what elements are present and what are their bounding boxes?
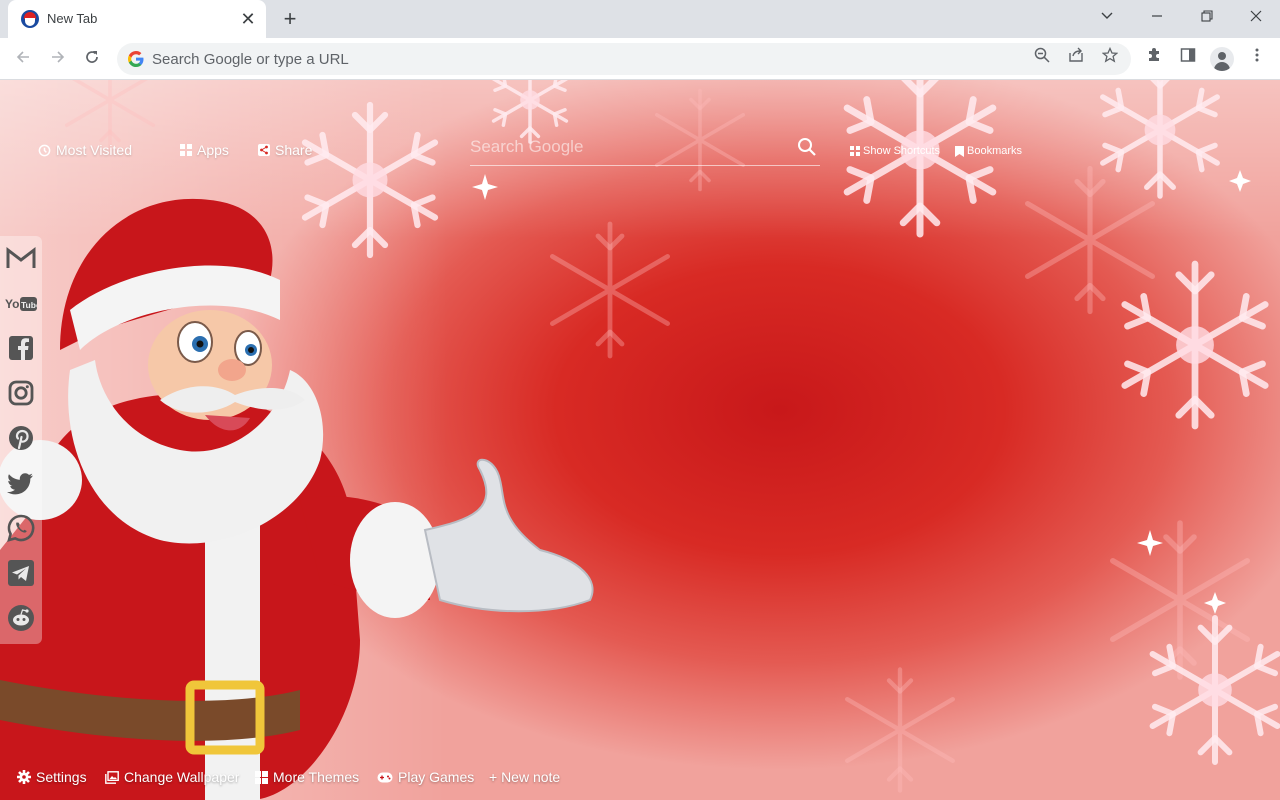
play-games-link[interactable]: Play Games [377, 769, 474, 785]
more-themes-label: More Themes [273, 769, 360, 785]
restore-button[interactable] [1187, 4, 1227, 30]
puzzle-icon [1149, 48, 1159, 61]
most-visited-label: Most Visited [56, 142, 132, 158]
arrow-right-icon [52, 51, 65, 63]
menu-button[interactable] [1245, 47, 1269, 71]
gmail-link[interactable] [5, 242, 37, 274]
gmail-icon [6, 246, 36, 268]
instagram-link[interactable] [5, 377, 37, 409]
share-square-icon [258, 144, 270, 156]
share-page-button[interactable] [1064, 47, 1088, 71]
settings-link[interactable]: Settings [17, 769, 87, 785]
play-games-label: Play Games [398, 769, 475, 785]
grid-icon [255, 770, 268, 784]
youtube-link[interactable]: You Tube [5, 287, 41, 319]
bookmark-icon [955, 145, 964, 157]
chevron-down-icon [1101, 12, 1113, 19]
tab-strip: New Tab ✕ + [0, 0, 1280, 38]
history-icon [38, 144, 51, 156]
facebook-icon [9, 336, 33, 360]
tab-close-icon[interactable]: ✕ [238, 9, 258, 29]
side-panel-button[interactable] [1176, 47, 1200, 71]
tab-search-button[interactable] [1087, 4, 1127, 30]
zoom-out-icon [1034, 47, 1050, 63]
apps-link[interactable]: Apps [180, 142, 229, 158]
tab-new-tab[interactable]: New Tab ✕ [8, 0, 266, 38]
twitter-link[interactable] [5, 467, 37, 499]
bookmarks-link[interactable]: Bookmarks [955, 145, 1022, 157]
star-icon [1101, 46, 1119, 63]
telegram-link[interactable] [5, 557, 37, 589]
back-button[interactable] [9, 45, 37, 73]
side-panel-icon [1180, 48, 1196, 62]
restore-icon [1201, 10, 1213, 22]
more-themes-link[interactable]: More Themes [255, 769, 359, 785]
twitter-icon [7, 473, 33, 495]
minimize-button[interactable] [1137, 4, 1177, 30]
google-g-icon [128, 51, 144, 67]
shortcuts-grid-icon [850, 146, 860, 156]
santa-favicon-icon [21, 10, 39, 28]
search-input[interactable] [470, 130, 790, 164]
more-vertical-icon [1255, 48, 1259, 62]
new-note-label: + New note [489, 769, 561, 785]
change-wallpaper-label: Change Wallpaper [124, 769, 240, 785]
settings-label: Settings [36, 769, 87, 785]
profile-avatar[interactable] [1210, 47, 1234, 71]
most-visited-link[interactable]: Most Visited [38, 142, 132, 158]
image-stack-icon [105, 770, 119, 784]
google-search-box [470, 130, 820, 166]
whatsapp-icon [7, 514, 35, 542]
share-link[interactable]: Share [258, 142, 312, 158]
youtube-icon: You Tube [5, 297, 41, 311]
santa-illustration [0, 198, 594, 800]
reddit-icon [8, 605, 34, 631]
zoom-button[interactable] [1030, 47, 1054, 71]
apps-label: Apps [197, 142, 229, 158]
address-input[interactable] [152, 43, 1012, 75]
share-icon [1069, 47, 1083, 62]
apps-grid-icon [180, 144, 192, 156]
change-wallpaper-link[interactable]: Change Wallpaper [105, 769, 239, 785]
share-label: Share [275, 142, 313, 158]
omnibox[interactable] [117, 43, 1131, 75]
extensions-button[interactable] [1142, 47, 1166, 71]
christmas-santa-wallpaper [0, 80, 1280, 800]
arrow-left-icon [16, 51, 29, 63]
reddit-link[interactable] [5, 602, 37, 634]
reload-button[interactable] [78, 45, 106, 73]
youtube-tube-text: Tube [21, 300, 37, 310]
pinterest-icon [9, 426, 33, 450]
minimize-icon [1152, 15, 1162, 17]
new-note-link[interactable]: + New note [489, 769, 560, 785]
gear-icon [17, 770, 31, 784]
close-icon [1250, 10, 1262, 22]
new-tab-button[interactable]: + [278, 7, 302, 31]
facebook-link[interactable] [5, 332, 37, 364]
pinterest-link[interactable] [5, 422, 37, 454]
tab-title: New Tab [47, 11, 98, 26]
show-shortcuts-link[interactable]: Show Shortcuts [850, 145, 940, 157]
social-sidebar: You Tube [0, 236, 42, 644]
gamepad-icon [377, 772, 393, 782]
new-tab-page: Most Visited Apps Share Show Shortcuts B… [0, 80, 1280, 800]
show-shortcuts-label: Show Shortcuts [863, 145, 941, 157]
browser-toolbar [0, 38, 1280, 80]
search-icon[interactable] [796, 136, 818, 158]
close-window-button[interactable] [1236, 4, 1276, 30]
forward-button[interactable] [44, 45, 72, 73]
reload-icon [86, 51, 98, 63]
instagram-icon [8, 380, 34, 406]
bookmarks-label: Bookmarks [967, 145, 1023, 157]
bookmark-star-button[interactable] [1098, 46, 1122, 71]
whatsapp-link[interactable] [5, 512, 37, 544]
telegram-icon [8, 560, 34, 586]
